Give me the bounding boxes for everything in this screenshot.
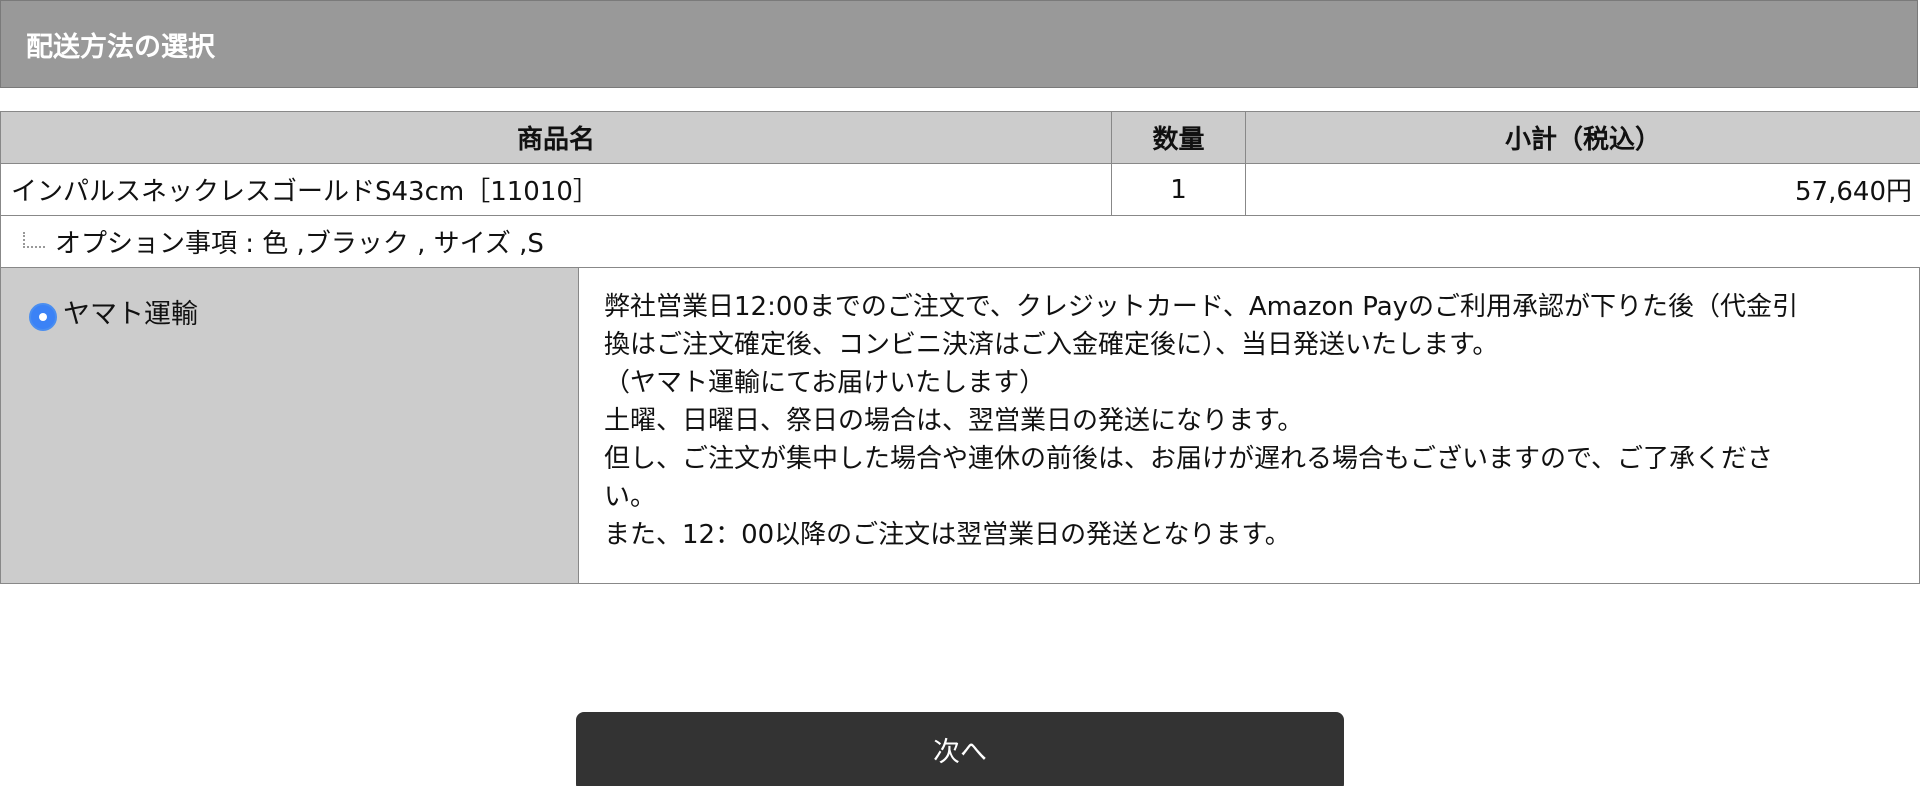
description-line: 但し、ご注文が集中した場合や連休の前後は、お届けが遅れる場合もございますので、ご… [604, 444, 1773, 474]
option-text: オプション事項 : 色 ,ブラック , サイズ ,S [55, 229, 544, 259]
shipping-description: 弊社営業日12:00までのご注文で、クレジットカード、Amazon Payのご利… [579, 268, 1919, 583]
order-table: 商品名 数量 小計（税込） インパルスネックレスゴールドS43cm［11010］… [0, 111, 1920, 268]
radio-selected-icon[interactable] [29, 303, 57, 331]
description-line: 弊社営業日12:00までのご注文で、クレジットカード、Amazon Payのご利… [604, 292, 1799, 322]
shipping-method-row: ヤマト運輸 弊社営業日12:00までのご注文で、クレジットカード、Amazon … [0, 267, 1920, 584]
shipping-method-label[interactable]: ヤマト運輸 [63, 295, 198, 335]
option-row: オプション事項 : 色 ,ブラック , サイズ ,S [0, 215, 1920, 268]
shipping-method-page: 配送方法の選択 商品名 数量 小計（税込） インパルスネックレスゴールドS43c… [0, 0, 1920, 786]
product-name: インパルスネックレスゴールドS43cm［11010］ [0, 163, 1112, 216]
tree-branch-icon [23, 232, 45, 248]
column-header-subtotal: 小計（税込） [1245, 111, 1920, 164]
description-line: い。 [604, 482, 657, 512]
description-line: （ヤマト運輸にてお届けいたします） [604, 368, 1046, 398]
column-header-quantity: 数量 [1111, 111, 1246, 164]
section-title: 配送方法の選択 [26, 31, 215, 63]
product-subtotal: 57,640円 [1245, 163, 1920, 216]
table-header-row: 商品名 数量 小計（税込） [0, 111, 1920, 164]
table-row: インパルスネックレスゴールドS43cm［11010］ 1 57,640円 [0, 163, 1920, 216]
description-line: 換はご注文確定後、コンビニ決済はご入金確定後に）、当日発送いたします。 [604, 330, 1499, 360]
description-line: 土曜、日曜日、祭日の場合は、翌営業日の発送になります。 [604, 406, 1304, 436]
section-header: 配送方法の選択 [0, 0, 1918, 88]
description-line: また、12：00以降のご注文は翌営業日の発送となります。 [604, 520, 1291, 550]
column-header-product: 商品名 [0, 111, 1112, 164]
product-quantity: 1 [1111, 163, 1246, 216]
option-cell: オプション事項 : 色 ,ブラック , サイズ ,S [0, 215, 1920, 268]
shipping-method-option[interactable]: ヤマト運輸 [1, 268, 579, 583]
next-button[interactable]: 次へ [576, 712, 1344, 786]
